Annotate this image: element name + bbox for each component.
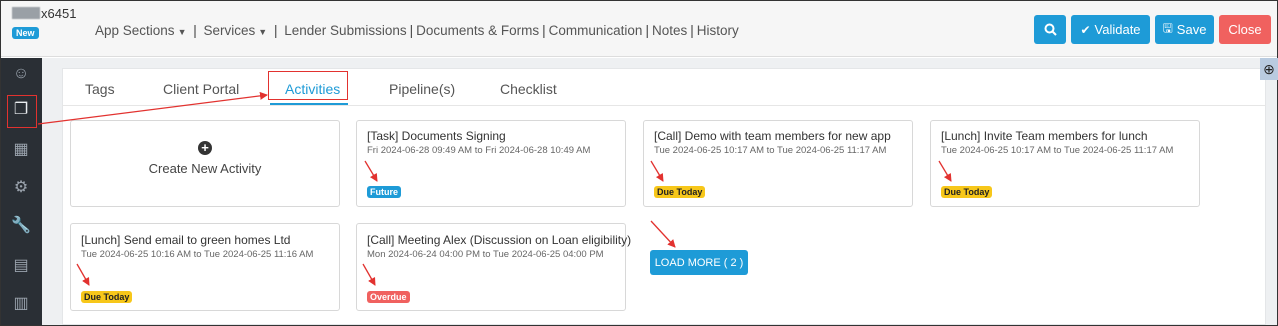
- annotation-arrow: [37, 91, 268, 125]
- annotation-arrow: [76, 263, 90, 286]
- annotation-arrow: [650, 220, 676, 248]
- annotation-arrow: [362, 263, 376, 286]
- annotation-arrow: [938, 160, 952, 182]
- annotation-arrow: [364, 160, 378, 182]
- annotation-arrows: [37, 91, 952, 286]
- annotation-arrow: [650, 160, 664, 182]
